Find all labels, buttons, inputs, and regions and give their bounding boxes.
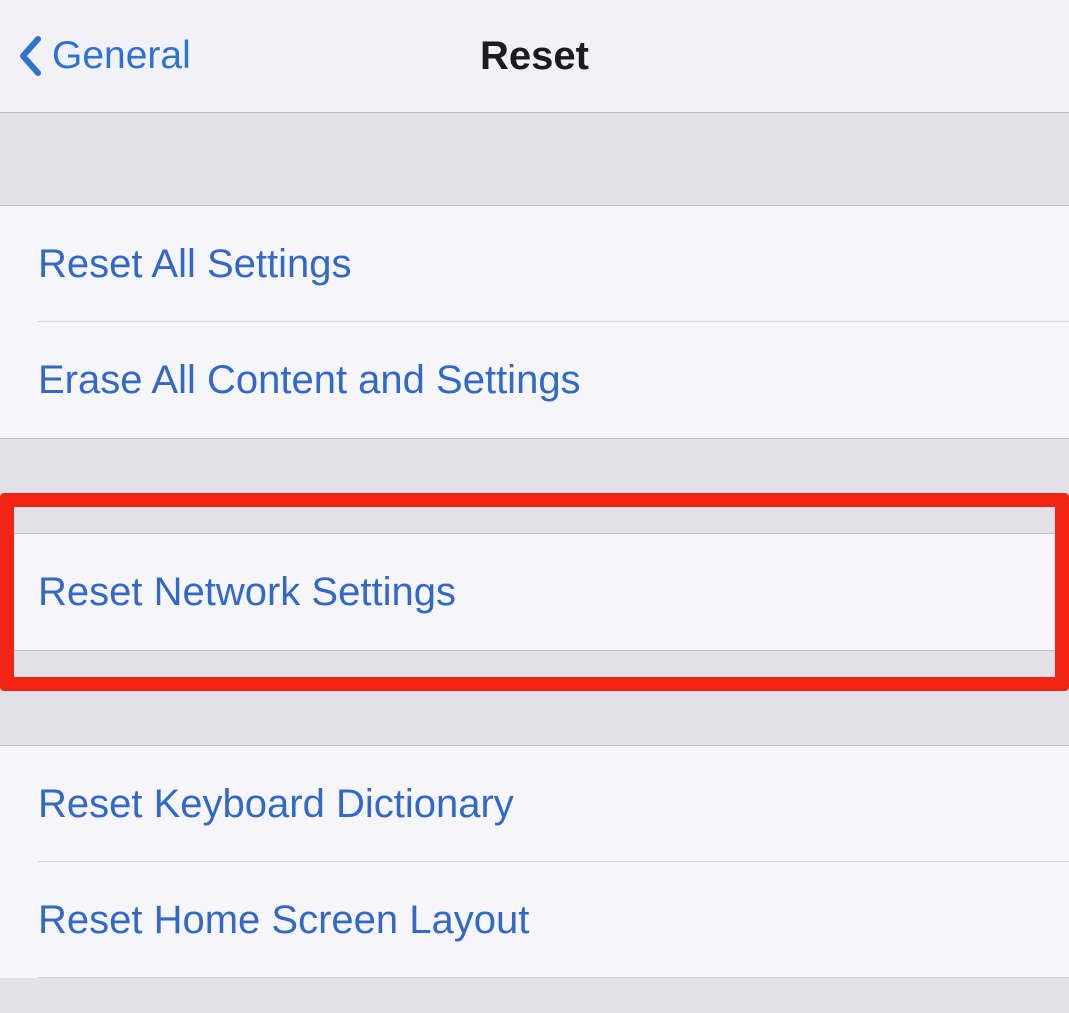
item-label: Erase All Content and Settings (38, 358, 581, 403)
highlighted-section: Reset Network Settings (0, 533, 1069, 651)
erase-all-content-settings[interactable]: Erase All Content and Settings (0, 322, 1069, 438)
section-2: Reset Network Settings (0, 533, 1069, 651)
reset-all-settings[interactable]: Reset All Settings (0, 206, 1069, 322)
item-label: Reset Home Screen Layout (38, 898, 529, 943)
reset-keyboard-dictionary[interactable]: Reset Keyboard Dictionary (0, 746, 1069, 862)
section-spacer (0, 439, 1069, 533)
item-label: Reset All Settings (38, 242, 352, 287)
nav-header: General Reset (0, 0, 1069, 113)
section-1: Reset All Settings Erase All Content and… (0, 206, 1069, 439)
item-label: Reset Network Settings (38, 570, 456, 615)
page-title: Reset (480, 34, 589, 79)
back-button[interactable]: General (18, 34, 191, 78)
reset-network-settings[interactable]: Reset Network Settings (0, 534, 1069, 650)
chevron-left-icon (18, 36, 42, 76)
item-label: Reset Keyboard Dictionary (38, 782, 514, 827)
section-spacer (0, 651, 1069, 745)
back-label: General (52, 34, 191, 78)
reset-home-screen-layout[interactable]: Reset Home Screen Layout (0, 862, 1069, 978)
section-3: Reset Keyboard Dictionary Reset Home Scr… (0, 745, 1069, 978)
section-spacer (0, 113, 1069, 206)
